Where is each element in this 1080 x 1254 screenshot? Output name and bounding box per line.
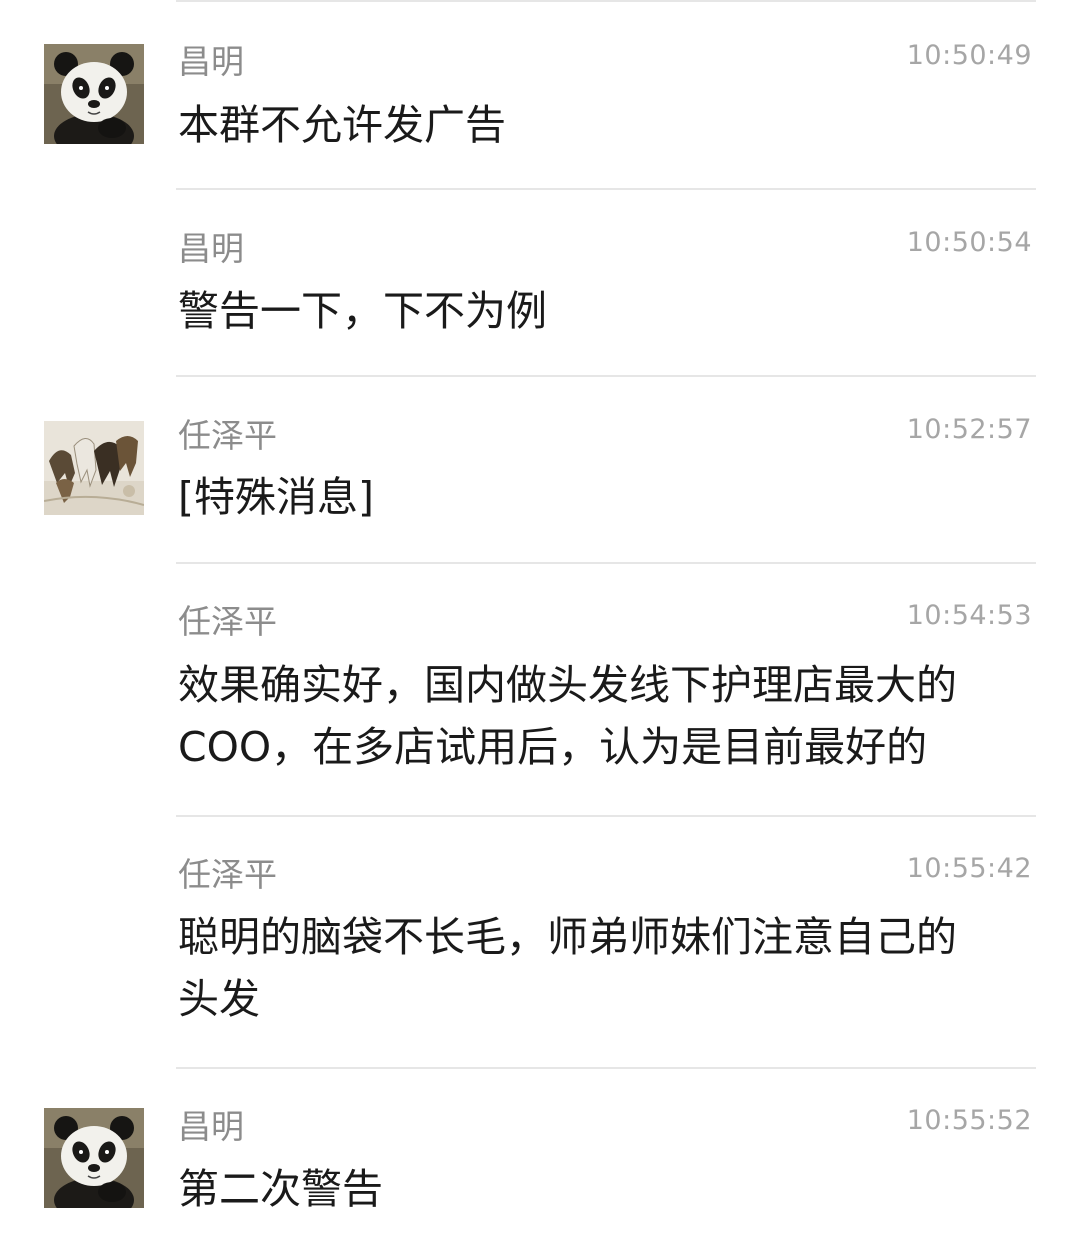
divider [176, 375, 1036, 377]
message-time: 10:55:42 [906, 853, 1032, 884]
divider [176, 1067, 1036, 1069]
panda-avatar[interactable] [44, 1108, 144, 1208]
divider [176, 815, 1036, 817]
message-text[interactable]: 第二次警告 [178, 1158, 1038, 1220]
sender-name: 昌明 [178, 229, 244, 268]
sender-name: 任泽平 [178, 602, 277, 641]
message-text[interactable]: 效果确实好，国内做头发线下护理店最大的 COO，在多店试用后，认为是目前最好的 [178, 654, 1038, 778]
message-time: 10:50:49 [906, 40, 1032, 71]
sender-name: 昌明 [178, 42, 244, 81]
divider [176, 0, 1036, 2]
message-line: COO，在多店试用后，认为是目前最好的 [178, 723, 928, 771]
divider [176, 562, 1036, 564]
message-time: 10:54:53 [906, 600, 1032, 631]
message-line: 效果确实好，国内做头发线下护理店最大的 [178, 661, 957, 709]
message-line: [特殊消息] [178, 473, 374, 521]
message-line: 头发 [178, 975, 260, 1023]
message-time: 10:50:54 [906, 227, 1032, 258]
message-line: 本群不允许发广告 [178, 101, 506, 149]
message-line: 警告一下，下不为例 [178, 287, 547, 335]
sender-name: 任泽平 [178, 416, 277, 455]
message-text[interactable]: 聪明的脑袋不长毛，师弟师妹们注意自己的 头发 [178, 906, 1038, 1030]
message-line: 聪明的脑袋不长毛，师弟师妹们注意自己的 [178, 913, 957, 961]
horses-painting-avatar[interactable] [44, 421, 144, 515]
message-time: 10:55:52 [906, 1105, 1032, 1136]
message-text[interactable]: 本群不允许发广告 [178, 94, 1038, 156]
sender-name: 昌明 [178, 1107, 244, 1146]
message-time: 10:52:57 [906, 414, 1032, 445]
divider [176, 188, 1036, 190]
panda-avatar[interactable] [44, 44, 144, 144]
sender-name: 任泽平 [178, 855, 277, 894]
chat-message-list[interactable]: 昌明 10:50:49 本群不允许发广告 昌明 10:50:54 警告一下，下不… [0, 0, 1080, 1254]
message-text[interactable]: 警告一下，下不为例 [178, 280, 1038, 342]
message-text[interactable]: [特殊消息] [178, 466, 1038, 528]
message-line: 第二次警告 [178, 1165, 383, 1213]
